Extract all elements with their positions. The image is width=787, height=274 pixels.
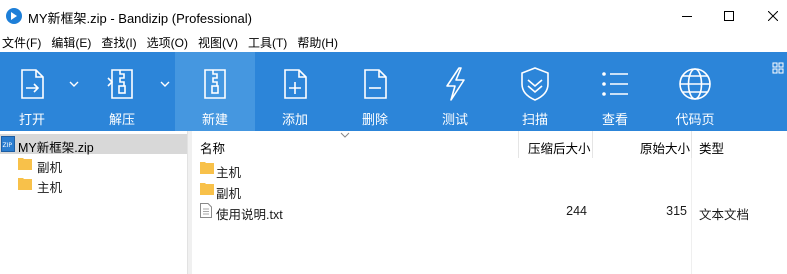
test-button[interactable]: 测试 [425, 52, 485, 131]
extract-label: 解压 [108, 112, 135, 127]
list-row-folder[interactable]: 主机 [192, 158, 787, 180]
open-label: 打开 [18, 112, 45, 127]
scan-label: 扫描 [521, 112, 548, 127]
tree-item-label: 主机 [37, 181, 63, 195]
folder-icon [200, 162, 214, 174]
view-button[interactable]: 查看 [585, 52, 645, 131]
codepage-label: 代码页 [675, 112, 715, 127]
column-header-name[interactable]: 名称 [200, 138, 225, 157]
menu-find[interactable]: 查找(I) [99, 34, 140, 51]
maximize-icon [723, 11, 734, 21]
row-original-size: 315 [666, 204, 687, 218]
svg-text:ZIP: ZIP [3, 142, 13, 149]
minimize-button[interactable] [664, 0, 709, 32]
menu-tools[interactable]: 工具(T) [246, 34, 291, 51]
folder-tree: ZIP MY新框架.zip 副机 主机 [0, 131, 187, 274]
new-archive-label: 新建 [201, 112, 228, 127]
new-archive-zipper-icon [204, 69, 226, 99]
view-list-icon [602, 72, 628, 96]
folder-icon [200, 183, 214, 195]
menu-view[interactable]: 视图(V) [196, 34, 242, 51]
column-header-compressed-size[interactable]: 压缩后大小 [528, 138, 591, 157]
folder-icon [18, 158, 32, 170]
scan-button[interactable]: 扫描 [505, 52, 565, 131]
extract-dropdown-chevron-icon[interactable] [160, 80, 170, 88]
tree-item-fuji[interactable]: 副机 [18, 155, 178, 175]
bandizip-logo-icon [6, 8, 22, 24]
list-header: 名称 压缩后大小 原始大小 类型 [192, 131, 787, 158]
toolbar: 打开 解压 新建 添加 删除 测试 扫描 查看 代码页 [0, 52, 787, 131]
window-title: MY新框架.zip - Bandizip (Professional) [28, 11, 252, 26]
column-divider[interactable] [691, 131, 692, 158]
codepage-globe-icon [679, 68, 711, 100]
open-button[interactable]: 打开 [2, 52, 62, 131]
open-dropdown-chevron-icon[interactable] [69, 80, 79, 88]
tree-item-zhuji[interactable]: 主机 [18, 175, 178, 195]
tree-root-archive[interactable]: ZIP MY新框架.zip [0, 134, 187, 155]
open-file-icon [21, 69, 44, 99]
text-file-icon [200, 203, 212, 218]
list-row-file[interactable]: 使用说明.txt 244 315 文本文档 [192, 200, 787, 222]
tree-item-label: 副机 [37, 161, 63, 175]
scan-shield-icon [521, 67, 549, 101]
test-label: 测试 [441, 112, 468, 127]
close-button[interactable] [750, 0, 787, 32]
add-label: 添加 [281, 112, 308, 127]
delete-file-icon [364, 69, 387, 99]
layout-grid-icon[interactable] [772, 62, 784, 74]
title-bar: MY新框架.zip - Bandizip (Professional) [0, 0, 787, 32]
file-list: 名称 压缩后大小 原始大小 类型 主机 副机 使用说明.txt 244 315 … [192, 131, 787, 274]
extract-button[interactable]: 解压 [92, 52, 152, 131]
list-row-folder[interactable]: 副机 [192, 179, 787, 201]
menu-file[interactable]: 文件(F) [0, 34, 45, 51]
menu-help[interactable]: 帮助(H) [295, 34, 342, 51]
menu-edit[interactable]: 编辑(E) [49, 34, 95, 51]
column-header-original-size[interactable]: 原始大小 [640, 138, 690, 157]
view-label: 查看 [601, 112, 628, 127]
add-button[interactable]: 添加 [265, 52, 325, 131]
column-header-type[interactable]: 类型 [699, 138, 724, 157]
row-name: 使用说明.txt [216, 208, 283, 222]
maximize-button[interactable] [706, 0, 751, 32]
new-archive-button[interactable]: 新建 [175, 52, 255, 131]
add-file-icon [284, 69, 307, 99]
zip-archive-icon: ZIP [1, 136, 15, 152]
row-type: 文本文档 [699, 208, 750, 222]
folder-icon [18, 178, 32, 190]
column-divider[interactable] [518, 131, 519, 158]
close-icon [767, 11, 778, 21]
delete-label: 删除 [361, 112, 388, 127]
tree-root-label: MY新框架.zip [18, 141, 94, 155]
sort-chevron-icon [340, 132, 350, 138]
row-compressed-size: 244 [566, 204, 587, 218]
codepage-button[interactable]: 代码页 [664, 52, 726, 131]
menu-options[interactable]: 选项(O) [145, 34, 192, 51]
menu-bar: 文件(F) 编辑(E) 查找(I) 选项(O) 视图(V) 工具(T) 帮助(H… [0, 32, 787, 52]
extract-zipper-icon [107, 69, 133, 99]
column-divider[interactable] [592, 131, 593, 158]
test-lightning-icon [446, 67, 465, 101]
delete-button[interactable]: 删除 [345, 52, 405, 131]
minimize-icon [681, 16, 692, 17]
